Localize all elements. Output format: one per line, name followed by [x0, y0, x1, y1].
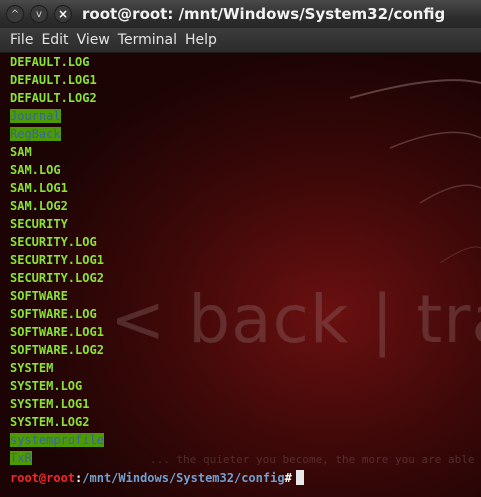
title-bar[interactable]: ^ v × root@root: /mnt/Windows/System32/c…	[0, 0, 481, 28]
entry-name: SOFTWARE.LOG	[10, 307, 97, 321]
directory-entry: RegBack	[10, 125, 480, 143]
directory-entry: TxR	[10, 449, 480, 467]
file-entry: SAM.LOG1	[10, 179, 480, 197]
ls-output: DEFAULT.LOG DEFAULT.LOG1 DEFAULT.LOG2 Journ…	[10, 53, 480, 487]
file-entry: SYSTEM.LOG1	[10, 395, 480, 413]
menu-edit[interactable]: Edit	[41, 32, 68, 48]
entry-name: DEFAULT.LOG1	[10, 73, 97, 87]
file-listing: DEFAULT.LOG DEFAULT.LOG1 DEFAULT.LOG2 Journ…	[10, 53, 480, 467]
entry-name: SYSTEM.LOG2	[10, 415, 90, 429]
entry-name: SAM	[10, 145, 32, 159]
file-entry: SOFTWARE.LOG	[10, 305, 480, 323]
file-entry: DEFAULT.LOG2	[10, 89, 480, 107]
file-entry: SAM	[10, 143, 480, 161]
prompt-symbol: #	[284, 471, 292, 485]
entry-name: DEFAULT.LOG2	[10, 91, 97, 105]
entry-name: SOFTWARE.LOG2	[10, 343, 104, 357]
file-entry: SYSTEM.LOG2	[10, 413, 480, 431]
menu-view[interactable]: View	[77, 32, 110, 48]
file-entry: DEFAULT.LOG1	[10, 71, 480, 89]
directory-entry: systemprofile	[10, 431, 480, 449]
entry-name: SOFTWARE	[10, 289, 68, 303]
prompt-user-host: root@root	[10, 471, 76, 485]
entry-name: SAM.LOG1	[10, 181, 68, 195]
file-entry: SAM.LOG	[10, 161, 480, 179]
menu-file[interactable]: File	[10, 32, 33, 48]
entry-name: DEFAULT.LOG	[10, 55, 90, 69]
file-entry: SECURITY	[10, 215, 480, 233]
file-entry: SYSTEM.LOG	[10, 377, 480, 395]
chevron-down-icon: v	[36, 8, 42, 20]
minimize-button[interactable]: ^	[6, 5, 24, 23]
file-entry: SECURITY.LOG2	[10, 269, 480, 287]
menu-terminal[interactable]: Terminal	[118, 32, 177, 48]
window-title: root@root: /mnt/Windows/System32/config	[82, 5, 446, 23]
directory-entry: Journal	[10, 107, 480, 125]
close-button[interactable]: ×	[54, 5, 72, 23]
entry-name: SECURITY.LOG1	[10, 253, 104, 267]
file-entry: SAM.LOG2	[10, 197, 480, 215]
entry-name: TxR	[10, 451, 32, 465]
entry-name: SECURITY	[10, 217, 68, 231]
file-entry: SOFTWARE	[10, 287, 480, 305]
file-entry: DEFAULT.LOG	[10, 53, 480, 71]
file-entry: SECURITY.LOG1	[10, 251, 480, 269]
entry-name: SOFTWARE.LOG1	[10, 325, 104, 339]
entry-name: SYSTEM.LOG1	[10, 397, 90, 411]
file-entry: SOFTWARE.LOG1	[10, 323, 480, 341]
entry-name: SECURITY.LOG	[10, 235, 97, 249]
entry-name: Journal	[10, 109, 61, 123]
entry-name: SYSTEM.LOG	[10, 379, 83, 393]
prompt-path: /mnt/Windows/System32/config	[82, 471, 285, 485]
entry-name: SAM.LOG	[10, 163, 61, 177]
entry-name: SAM.LOG2	[10, 199, 68, 213]
entry-name: systemprofile	[10, 433, 104, 447]
file-entry: SOFTWARE.LOG2	[10, 341, 480, 359]
file-entry: SECURITY.LOG	[10, 233, 480, 251]
text-cursor	[295, 470, 304, 485]
menu-help[interactable]: Help	[185, 32, 217, 48]
terminal-window: ^ v × root@root: /mnt/Windows/System32/c…	[0, 0, 481, 497]
file-entry: SYSTEM	[10, 359, 480, 377]
maximize-button[interactable]: v	[30, 5, 48, 23]
command-prompt[interactable]: root@root:/mnt/Windows/System32/config#	[10, 469, 480, 487]
terminal-area[interactable]: < back | track ... the quieter you becom…	[0, 53, 481, 497]
entry-name: RegBack	[10, 127, 61, 141]
entry-name: SECURITY.LOG2	[10, 271, 104, 285]
chevron-up-icon: ^	[10, 8, 20, 20]
entry-name: SYSTEM	[10, 361, 54, 375]
menu-bar: File Edit View Terminal Help	[0, 28, 481, 53]
close-icon: ×	[57, 7, 69, 21]
